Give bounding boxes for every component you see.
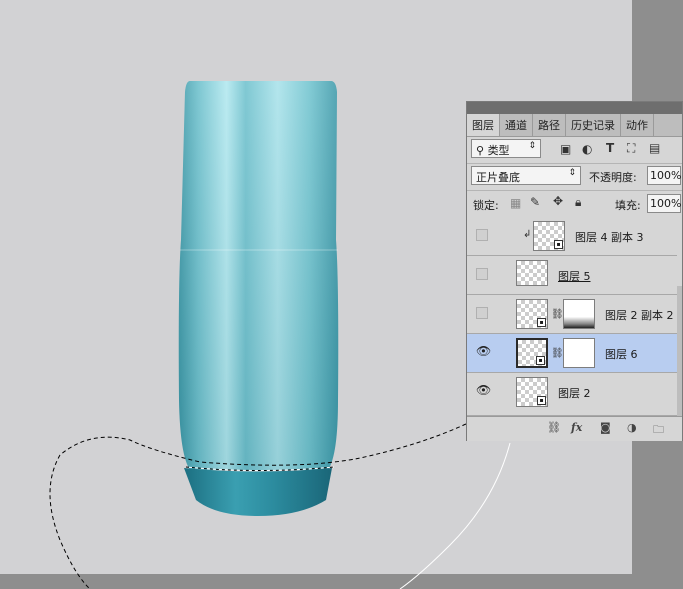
eye-icon[interactable]: 👁︎ — [476, 345, 491, 358]
layer-row-selected[interactable]: 👁︎ ▪ ⛓ 图层 6 — [467, 334, 677, 373]
magnifier-icon: ⚲ — [476, 144, 485, 157]
layer-mask-thumbnail[interactable] — [563, 338, 595, 368]
tab-paths[interactable]: 路径 — [533, 114, 566, 136]
lock-paint-brush-icon[interactable]: ✎ — [530, 195, 540, 209]
add-mask-icon[interactable]: ◙ — [600, 421, 611, 434]
layer-thumbnail: ▪ — [516, 377, 548, 407]
lock-row: 锁定: ▦ ✎ ✥ 🔒︎ 填充: 100% — [467, 190, 682, 215]
opacity-input[interactable]: 100% — [647, 166, 681, 185]
shape-filter-icon[interactable]: ⛶ — [627, 141, 635, 156]
layer-row[interactable]: ↲ ▪ 图层 4 副本 3 — [467, 217, 677, 256]
smart-object-filter-icon[interactable]: ▤ — [649, 141, 660, 155]
visibility-toggle-off[interactable] — [476, 307, 488, 319]
fill-input[interactable]: 100% — [647, 194, 681, 213]
layers-bottom-toolbar: ⛓ fx ◙ ◑ 🗀 — [467, 416, 682, 441]
type-filter-icon[interactable]: T — [606, 141, 614, 155]
lock-position-icon[interactable]: ✥ — [553, 194, 563, 208]
updown-arrow-icon: ⇕ — [568, 168, 576, 178]
layer-name: 图层 5 — [558, 270, 591, 283]
layers-panel[interactable]: 图层 通道 路径 历史记录 动作 ⚲ 类型 ⇕ ▣ ◐ T ⛶ ▤ 正片叠底 ⇕… — [466, 101, 683, 441]
tab-history[interactable]: 历史记录 — [566, 114, 621, 136]
layer-thumbnail: ▪ — [516, 338, 548, 368]
panel-tab-row: 图层 通道 路径 历史记录 动作 — [467, 114, 682, 137]
tab-actions[interactable]: 动作 — [621, 114, 654, 136]
pixel-filter-icon[interactable]: ▣ — [560, 142, 571, 156]
layer-name: 图层 4 副本 3 — [575, 231, 644, 244]
lock-transparent-icon[interactable]: ▦ — [510, 196, 521, 210]
fx-icon[interactable]: fx — [571, 421, 582, 434]
layer-row[interactable]: ▪ ⛓ 图层 2 副本 2 — [467, 295, 677, 334]
layer-name: 图层 2 副本 2 — [605, 309, 674, 322]
filter-row: ⚲ 类型 ⇕ ▣ ◐ T ⛶ ▤ — [467, 138, 682, 162]
clipping-arrow-icon: ↲ — [523, 229, 532, 240]
layer-name: 图层 6 — [605, 348, 638, 361]
smart-object-icon: ▪ — [537, 318, 546, 327]
chain-link-icon[interactable]: ⛓ — [551, 348, 564, 359]
blend-row: 正片叠底 ⇕ 不透明度: 100% — [467, 163, 682, 188]
chain-link-icon[interactable]: ⛓ — [551, 309, 564, 320]
opacity-label: 不透明度: — [589, 171, 637, 184]
layer-row[interactable]: 图层 5 — [467, 256, 677, 295]
blend-mode-dropdown[interactable]: 正片叠底 ⇕ — [471, 166, 581, 185]
lock-all-icon[interactable]: 🔒︎ — [575, 195, 581, 210]
tab-layers[interactable]: 图层 — [467, 114, 500, 136]
bottle-illustration — [178, 81, 339, 516]
smart-object-icon: ▪ — [554, 240, 563, 249]
smart-object-icon: ▪ — [536, 356, 545, 365]
updown-arrow-icon: ⇕ — [528, 141, 536, 151]
layer-thumbnail: ▪ — [516, 299, 548, 329]
layer-row[interactable]: 👁︎ ▪ 图层 2 — [467, 373, 677, 416]
layer-thumbnail: ▪ — [533, 221, 565, 251]
visibility-toggle-off[interactable] — [476, 268, 488, 280]
layer-thumbnail — [516, 260, 548, 286]
eye-icon[interactable]: 👁︎ — [476, 384, 491, 397]
tab-channels[interactable]: 通道 — [500, 114, 533, 136]
filter-type-label: 类型 — [487, 144, 510, 157]
lock-label: 锁定: — [473, 199, 499, 212]
adjustment-layer-icon[interactable]: ◑ — [627, 421, 637, 434]
visibility-toggle-off[interactable] — [476, 229, 488, 241]
layer-mask-thumbnail[interactable] — [563, 299, 595, 329]
fill-label: 填充: — [615, 199, 641, 212]
layer-filter-dropdown[interactable]: ⚲ 类型 ⇕ — [471, 139, 541, 158]
layer-list-scrollbar[interactable] — [677, 286, 682, 416]
blend-mode-value: 正片叠底 — [476, 171, 520, 184]
chain-link-icon[interactable]: ⛓ — [547, 421, 561, 434]
folder-icon[interactable]: 🗀 — [653, 421, 664, 440]
layer-name: 图层 2 — [558, 387, 591, 400]
smart-object-icon: ▪ — [537, 396, 546, 405]
panel-drag-bar[interactable] — [467, 102, 682, 114]
adjustment-filter-icon[interactable]: ◐ — [582, 142, 592, 156]
